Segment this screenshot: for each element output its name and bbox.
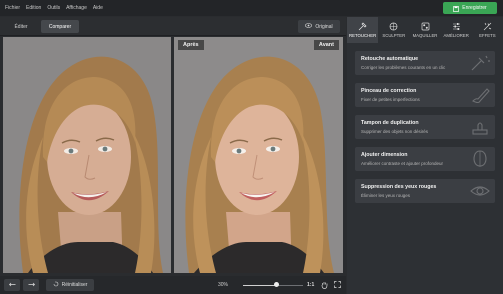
hand-tool-icon[interactable] <box>320 280 329 289</box>
tool-card-dimension[interactable]: Ajouter dimension Améliorer contraste et… <box>355 147 495 171</box>
tab-effets[interactable]: EFFETS <box>472 17 503 43</box>
tab-retoucher[interactable]: RETOUCHER <box>347 17 379 43</box>
save-button[interactable]: Enregistrer <box>443 2 497 14</box>
tool-card-brush[interactable]: Pinceau de correction Fixer de petites i… <box>355 83 495 107</box>
eye-icon <box>305 23 313 30</box>
menu-fichier[interactable]: Fichier <box>5 5 20 11</box>
tool-card-auto-retouch[interactable]: Retouche automatique Corriger les problè… <box>355 51 495 75</box>
tab-label: MAQUILLER <box>412 33 438 38</box>
tab-label: EFFETS <box>479 33 496 38</box>
redo-button[interactable] <box>23 279 39 291</box>
tool-title: Retouche automatique <box>361 56 419 62</box>
brush-icon <box>472 88 490 104</box>
undo-button[interactable] <box>4 279 20 291</box>
actual-size-button[interactable]: 1:1 <box>307 282 314 288</box>
fit-screen-icon[interactable] <box>333 280 342 289</box>
before-label: Avant <box>313 40 339 50</box>
zoom-slider-thumb[interactable] <box>273 282 279 287</box>
original-button[interactable]: Original <box>298 20 340 33</box>
tool-subtitle: Éliminer les yeux rouges <box>361 193 411 198</box>
menu-edition[interactable]: Edition <box>26 5 41 11</box>
original-button-label: Original <box>315 23 333 30</box>
sculpt-icon <box>389 22 398 31</box>
after-label: Après <box>178 40 204 50</box>
tools-panel: RETOUCHER SCULPTER MAQUILLER AMÉLIORER E… <box>347 17 503 294</box>
sliders-icon <box>452 23 460 30</box>
tool-subtitle: Fixer de petites imperfections <box>361 97 420 102</box>
tool-title: Ajouter dimension <box>361 152 408 158</box>
reset-button-label: Réinitialiser <box>61 282 88 288</box>
tool-title: Suppression des yeux rouges <box>361 184 437 190</box>
eye-icon <box>470 186 490 196</box>
tool-subtitle: Supprimer des objets non désirés <box>361 129 429 134</box>
tab-ameliorer[interactable]: AMÉLIORER <box>441 17 472 43</box>
tool-card-red-eye[interactable]: Suppression des yeux rouges Éliminer les… <box>355 179 495 203</box>
tab-label: AMÉLIORER <box>443 33 469 38</box>
compare-viewer[interactable]: Avant Après <box>3 37 343 273</box>
dimension-icon <box>473 150 487 167</box>
tool-tabs: RETOUCHER SCULPTER MAQUILLER AMÉLIORER E… <box>347 17 503 43</box>
effects-icon <box>483 22 492 31</box>
tool-card-clone-stamp[interactable]: Tampon de duplication Supprimer des obje… <box>355 115 495 139</box>
tab-label: SCULPTER <box>382 33 406 38</box>
auto-retouch-icon <box>471 55 490 71</box>
tool-title: Pinceau de correction <box>361 88 417 94</box>
save-icon <box>453 0 460 17</box>
bottom-bar: Réinitialiser 30% 1:1 <box>0 276 346 294</box>
redo-icon <box>28 282 35 289</box>
undo-icon <box>8 282 16 289</box>
makeup-icon <box>421 22 429 31</box>
photo-after <box>174 37 343 273</box>
zoom-level: 30% <box>218 282 229 288</box>
retouch-icon <box>358 22 367 31</box>
menu-bar: Fichier Edition Outils Affichage Aide En… <box>0 0 503 16</box>
menu-outils[interactable]: Outils <box>47 5 60 11</box>
tab-comparer[interactable]: Comparer <box>41 20 79 33</box>
photo-before <box>3 37 171 273</box>
menu-affichage[interactable]: Affichage <box>66 5 87 11</box>
tool-subtitle: Corriger les problèmes courants en un cl… <box>361 65 446 70</box>
tool-subtitle: Améliorer contraste et ajouter profondeu… <box>361 161 444 166</box>
tab-label: RETOUCHER <box>349 33 377 38</box>
view-toolbar: Éditer Comparer Original <box>0 17 346 36</box>
tool-title: Tampon de duplication <box>361 120 419 126</box>
menu-aide[interactable]: Aide <box>93 5 103 11</box>
clone-stamp-icon <box>472 122 488 135</box>
tab-sculpter[interactable]: SCULPTER <box>378 17 409 43</box>
tab-editer[interactable]: Éditer <box>3 20 39 33</box>
reset-icon <box>53 281 59 289</box>
zoom-slider-fill <box>243 285 276 286</box>
reset-button[interactable]: Réinitialiser <box>46 279 94 291</box>
tab-maquiller[interactable]: MAQUILLER <box>409 17 440 43</box>
save-button-label: Enregistrer <box>462 5 487 11</box>
